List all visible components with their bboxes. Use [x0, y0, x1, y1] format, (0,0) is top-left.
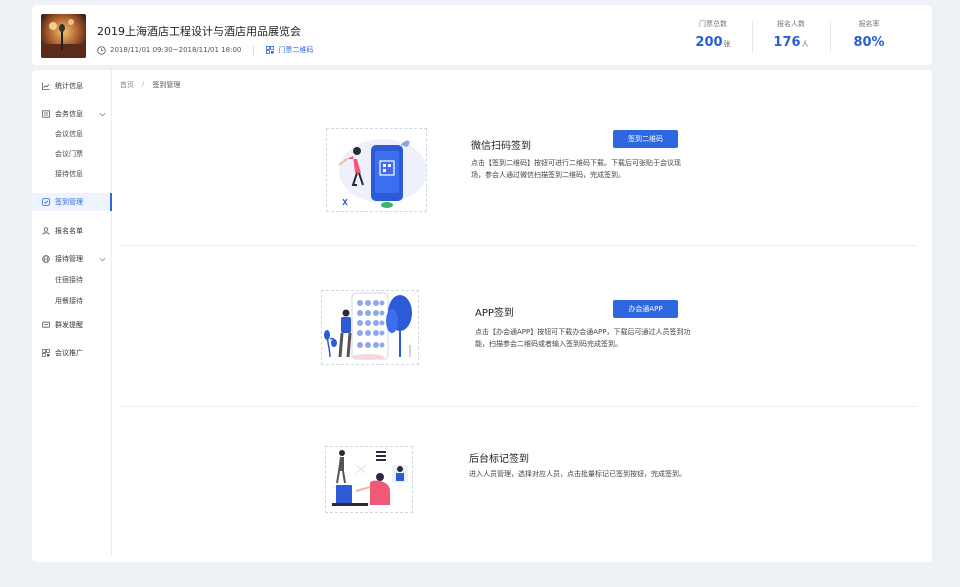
stat-value: 200张	[695, 35, 731, 50]
sidebar-item-label: 会务信息	[55, 110, 83, 118]
breadcrumb-separator: /	[142, 80, 145, 88]
download-qrcode-button[interactable]: 签到二维码	[613, 130, 678, 148]
app-checkin-illustration	[321, 290, 419, 365]
stat-signup-count: 报名人数 176人	[752, 19, 830, 53]
event-time-row: 2018/11/01 09:30~2018/11/01 18:00 门票二维码	[97, 45, 313, 55]
clock-icon	[97, 45, 106, 55]
sidebar-item-stats[interactable]: 统计信息	[32, 77, 112, 95]
ticket-qr-link[interactable]: 门票二维码	[266, 45, 313, 55]
sidebar-item-meeting-ticket[interactable]: 会议门票	[55, 149, 83, 159]
backend-checkin-title: 后台标记签到	[469, 454, 529, 465]
event-time: 2018/11/01 09:30~2018/11/01 18:00	[110, 46, 242, 54]
wechat-checkin-illustration	[326, 128, 427, 212]
qrcode-icon	[266, 46, 275, 54]
stat-value: 176人	[773, 35, 809, 50]
sidebar-item-label: 统计信息	[55, 82, 83, 90]
event-cover-image	[41, 14, 86, 58]
breadcrumb-home[interactable]: 首页	[120, 80, 134, 90]
wechat-checkin-title: 微信扫码签到	[471, 141, 531, 152]
section-divider	[120, 245, 917, 246]
sidebar-item-signup-list[interactable]: 报名名单	[32, 222, 112, 240]
event-stats: 门票总数 200张 报名人数 176人 报名率 80%	[674, 19, 908, 53]
divider	[253, 45, 255, 55]
qrcode-icon	[42, 349, 50, 357]
sidebar-item-promotion[interactable]: 会议推广	[32, 344, 112, 362]
line-chart-icon	[42, 82, 50, 90]
sidebar-item-reception-mgmt[interactable]: 接待管理	[32, 250, 112, 268]
globe-icon	[42, 255, 50, 263]
app-checkin-desc: 点击【办会通APP】按钮可下载办会通APP，下载后可通过人员签到功能，扫描参会二…	[475, 328, 691, 348]
sidebar-item-meeting[interactable]: 会务信息	[32, 105, 112, 123]
breadcrumb: 首页 / 签到管理	[120, 80, 180, 90]
sidebar: 统计信息 会务信息 会议信息 会议门票 接待信息 签到管理 报名名单 接待管理 …	[32, 70, 112, 556]
chevron-down-icon	[99, 257, 106, 261]
sidebar-item-label: 报名名单	[55, 227, 83, 235]
document-icon	[42, 110, 50, 118]
chevron-down-icon	[99, 112, 106, 116]
app-checkin-title: APP签到	[475, 308, 514, 319]
checkin-icon	[42, 198, 50, 206]
sidebar-item-broadcast[interactable]: 群发提醒	[32, 316, 112, 334]
sidebar-item-label: 群发提醒	[55, 321, 83, 329]
content-area: 首页 / 签到管理 微信扫码签到 签到二维码 点击【签到二维码】按钮可进行二维码…	[113, 70, 932, 562]
backend-checkin-illustration	[325, 446, 413, 513]
sidebar-item-dining[interactable]: 用餐接待	[55, 296, 83, 306]
sidebar-item-checkin[interactable]: 签到管理	[32, 193, 112, 211]
backend-checkin-desc: 进入人员管理，选择对应人员，点击批量标记已签到按钮，完成签到。	[469, 470, 686, 478]
sidebar-item-reception-info[interactable]: 接待信息	[55, 169, 83, 179]
event-header: 2019上海酒店工程设计与酒店用品展览会 2018/11/01 09:30~20…	[32, 5, 932, 65]
stat-label: 门票总数	[699, 20, 727, 28]
sidebar-item-label: 接待管理	[55, 255, 83, 263]
stat-ticket-total: 门票总数 200张	[674, 19, 752, 50]
stat-label: 报名率	[858, 20, 880, 28]
sidebar-item-label: 会议推广	[55, 349, 83, 357]
stat-value: 80%	[853, 35, 885, 50]
ticket-qr-label: 门票二维码	[278, 46, 314, 54]
user-icon	[42, 227, 50, 235]
download-app-button[interactable]: 办会通APP	[613, 300, 678, 318]
main-panel: 统计信息 会务信息 会议信息 会议门票 接待信息 签到管理 报名名单 接待管理 …	[32, 70, 932, 562]
stat-signup-rate: 报名率 80%	[830, 19, 908, 53]
section-divider	[120, 406, 917, 407]
message-icon	[42, 321, 50, 328]
breadcrumb-current: 签到管理	[152, 81, 181, 89]
sidebar-item-meeting-info[interactable]: 会议信息	[55, 129, 83, 139]
stat-label: 报名人数	[777, 20, 805, 28]
event-title: 2019上海酒店工程设计与酒店用品展览会	[97, 25, 301, 38]
wechat-checkin-desc: 点击【签到二维码】按钮可进行二维码下载。下载后可张贴于会议现场，参会人通过微信扫…	[471, 159, 681, 179]
sidebar-item-lodging[interactable]: 住宿接待	[55, 275, 83, 285]
sidebar-item-label: 签到管理	[55, 198, 83, 206]
